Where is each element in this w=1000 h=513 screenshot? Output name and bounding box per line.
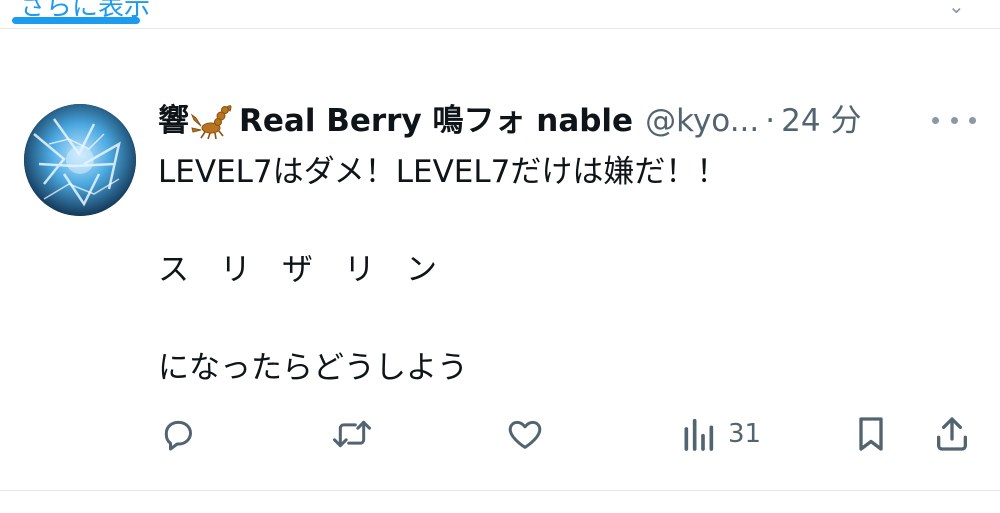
tweet-timestamp[interactable]: 24 分 [781, 99, 861, 143]
bookmark-icon [859, 417, 883, 451]
user-handle[interactable]: @kyo... [645, 99, 759, 143]
separator-dot: · [765, 103, 776, 139]
bookmark-button[interactable] [853, 414, 889, 454]
heart-icon [508, 420, 542, 449]
scorpion-emoji-icon [190, 102, 237, 140]
more-dots-icon[interactable] [932, 108, 976, 132]
views-count: 31 [728, 419, 762, 449]
retweet-icon [333, 420, 371, 448]
previous-tweet-strip: さらに表示 ⌄ [0, 0, 1000, 29]
reply-button[interactable] [158, 414, 198, 454]
tweet-page: さらに表示 ⌄ 響 Real Berry 鳴フォ nable @kyo... ·… [0, 0, 1000, 513]
tweet-divider [0, 490, 1000, 491]
tweet-text-line-2: ス リ ザ リ ン [158, 252, 437, 288]
avatar[interactable] [24, 104, 136, 216]
share-icon [937, 417, 967, 451]
display-name[interactable]: Real Berry 鳴フォ nable [239, 99, 633, 143]
views-button[interactable]: 31 [680, 414, 761, 454]
display-name-prefix[interactable]: 響 [158, 99, 189, 143]
tweet-text-line-1: LEVEL7はダメ！LEVEL7だけは嫌だ！！ [158, 154, 728, 190]
retweet-button[interactable] [329, 414, 375, 454]
show-more-underline [12, 17, 140, 24]
chevron-down-icon[interactable]: ⌄ [948, 0, 965, 18]
views-icon [684, 418, 714, 451]
reply-icon [164, 420, 192, 451]
avatar-image [24, 104, 136, 216]
like-button[interactable] [504, 414, 546, 454]
tweet-text-line-3: になったらどうしよう [158, 350, 468, 386]
share-button[interactable] [932, 414, 972, 454]
tweet-header: 響 Real Berry 鳴フォ nable @kyo... · 24 分 [158, 99, 861, 143]
